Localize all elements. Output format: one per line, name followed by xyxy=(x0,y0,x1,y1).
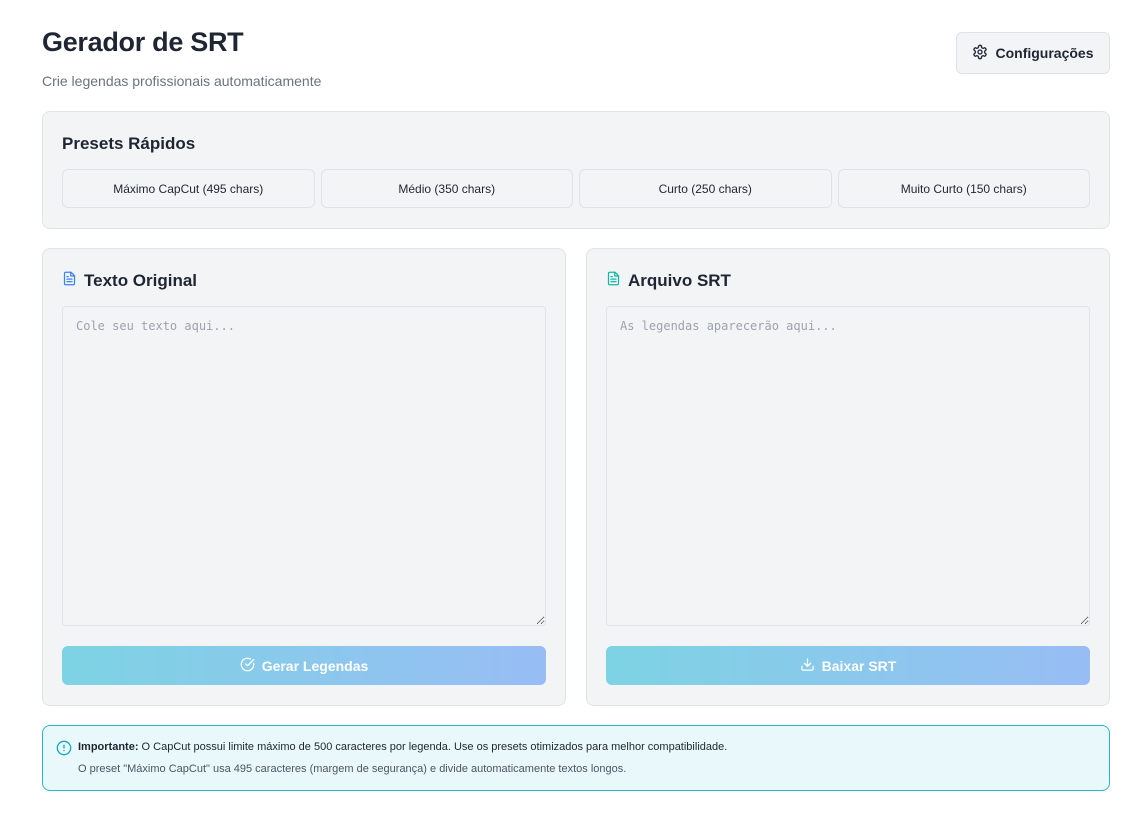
settings-button[interactable]: Configurações xyxy=(956,32,1110,74)
file-text-icon xyxy=(62,271,77,291)
page-title: Gerador de SRT xyxy=(42,27,244,57)
page-header: Gerador de SRT Crie legendas profissiona… xyxy=(42,26,1110,89)
srt-file-title: Arquivo SRT xyxy=(628,271,731,290)
generate-subtitles-label: Gerar Legendas xyxy=(261,657,369,674)
original-text-title: Texto Original xyxy=(84,271,198,290)
page-subtitle: Crie legendas profissionais automaticame… xyxy=(42,73,322,89)
file-text-icon xyxy=(606,271,621,291)
download-srt-label: Baixar SRT xyxy=(821,657,897,674)
presets-title: Presets Rápidos xyxy=(62,134,196,153)
notice-strong: Importante: xyxy=(78,741,139,753)
original-text-panel: Texto Original Gerar Legendas xyxy=(42,248,566,706)
generate-subtitles-button[interactable]: Gerar Legendas xyxy=(62,646,546,685)
quick-presets-card: Presets Rápidos Máximo CapCut (495 chars… xyxy=(42,111,1110,229)
preset-curto-button[interactable]: Curto (250 chars) xyxy=(579,169,832,208)
notice-text: O CapCut possui limite máximo de 500 car… xyxy=(138,741,728,753)
settings-button-label: Configurações xyxy=(995,45,1094,61)
download-icon xyxy=(800,657,815,675)
original-text-input[interactable] xyxy=(62,306,546,626)
srt-file-header: Arquivo SRT xyxy=(606,271,731,291)
alert-circle-icon xyxy=(56,740,72,756)
preset-buttons: Máximo CapCut (495 chars) Médio (350 cha… xyxy=(62,169,1090,208)
preset-maximo-capcut-button[interactable]: Máximo CapCut (495 chars) xyxy=(62,169,315,208)
srt-file-panel: Arquivo SRT Baixar SRT xyxy=(586,248,1110,706)
original-text-header: Texto Original xyxy=(62,271,197,291)
download-srt-button[interactable]: Baixar SRT xyxy=(606,646,1090,685)
gear-icon xyxy=(972,44,988,63)
notice-main-text: Importante: O CapCut possui limite máxim… xyxy=(78,740,727,755)
preset-muito-curto-button[interactable]: Muito Curto (150 chars) xyxy=(837,169,1090,208)
srt-output-textarea[interactable] xyxy=(606,306,1090,626)
notice-detail: O preset "Máximo CapCut" usa 495 caracte… xyxy=(78,763,627,775)
check-circle-icon xyxy=(240,657,255,675)
preset-medio-button[interactable]: Médio (350 chars) xyxy=(320,169,573,208)
important-notice: Importante: O CapCut possui limite máxim… xyxy=(42,725,1110,791)
